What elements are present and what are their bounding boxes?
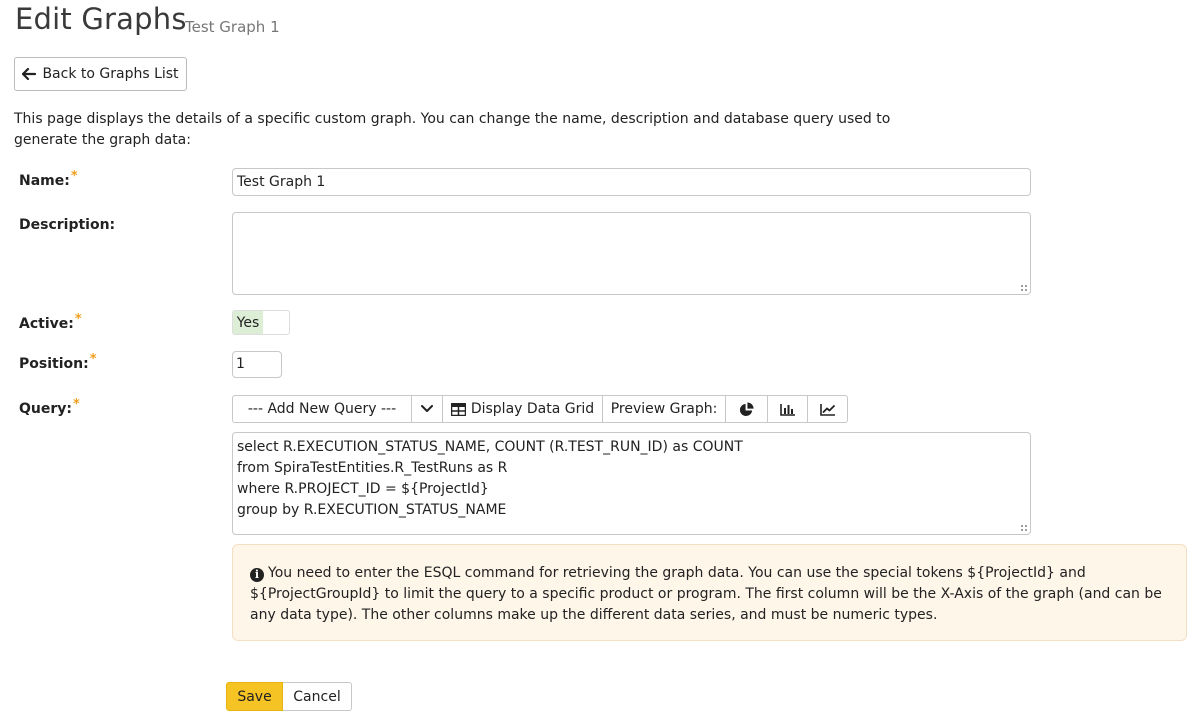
intro-text: This page displays the details of a spec… xyxy=(14,111,891,148)
required-star: * xyxy=(70,169,78,184)
name-input[interactable]: Test Graph 1 xyxy=(232,168,1031,196)
required-star: * xyxy=(73,397,80,412)
query-value: select R.EXECUTION_STATUS_NAME, COUNT (R… xyxy=(237,439,743,518)
preview-line-button[interactable] xyxy=(808,395,848,423)
cancel-button[interactable]: Cancel xyxy=(283,682,352,711)
preview-pie-button[interactable] xyxy=(726,395,768,423)
description-label: Description: xyxy=(19,217,116,233)
resize-grip-icon[interactable] xyxy=(1020,284,1028,292)
display-data-grid-button[interactable]: Display Data Grid xyxy=(443,395,603,423)
info-icon: i xyxy=(250,568,264,582)
query-label: Query:* xyxy=(19,397,80,417)
query-textarea[interactable]: select R.EXECUTION_STATUS_NAME, COUNT (R… xyxy=(232,432,1031,535)
back-to-graphs-button[interactable]: Back to Graphs List xyxy=(14,57,187,91)
page-subtitle: Test Graph 1 xyxy=(185,18,280,36)
back-button-label: Back to Graphs List xyxy=(42,66,179,82)
save-button[interactable]: Save xyxy=(226,682,283,711)
pie-chart-icon xyxy=(739,401,754,417)
bar-chart-icon xyxy=(779,403,796,416)
preview-graph-label: Preview Graph: xyxy=(603,395,726,423)
active-toggle[interactable]: Yes xyxy=(232,310,290,335)
name-label: Name:* xyxy=(19,169,78,189)
active-label: Active:* xyxy=(19,312,82,332)
arrow-left-icon xyxy=(22,68,37,80)
required-star: * xyxy=(74,312,82,327)
info-message-text: You need to enter the ESQL command for r… xyxy=(250,565,1162,623)
resize-grip-icon[interactable] xyxy=(1020,524,1028,532)
description-textarea[interactable] xyxy=(232,212,1031,295)
add-new-query-select[interactable]: --- Add New Query --- xyxy=(232,395,412,423)
position-label: Position:* xyxy=(19,352,97,372)
chevron-down-icon xyxy=(421,405,433,413)
add-query-dropdown-button[interactable] xyxy=(412,395,443,423)
preview-bar-button[interactable] xyxy=(768,395,808,423)
required-star: * xyxy=(89,352,97,367)
active-toggle-value: Yes xyxy=(233,311,263,334)
page-title: Edit Graphs xyxy=(15,2,187,36)
query-toolbar: --- Add New Query --- Display Data Grid … xyxy=(232,395,848,423)
position-input[interactable]: 1 xyxy=(232,351,282,378)
table-icon xyxy=(450,402,466,416)
line-chart-icon xyxy=(819,403,836,416)
info-message: i You need to enter the ESQL command for … xyxy=(232,544,1187,641)
